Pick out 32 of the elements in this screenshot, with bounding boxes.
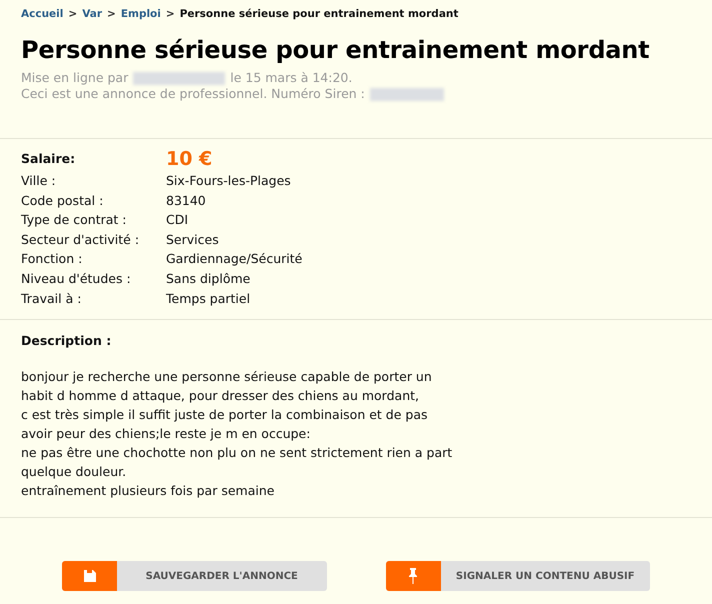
professional-note: Ceci est une annonce de professionnel. Numéro Siren : <box>21 86 365 102</box>
breadcrumb-separator: > <box>107 8 116 20</box>
save-ad-button[interactable]: SAUVEGARDER L'ANNONCE <box>62 561 326 592</box>
breadcrumb-separator: > <box>166 8 175 20</box>
detail-value: CDI <box>166 211 190 230</box>
detail-value: 83140 <box>166 192 207 210</box>
detail-value: Services <box>166 230 220 249</box>
detail-value: Gardiennage/Sécurité <box>166 250 304 268</box>
detail-label: Fonction : <box>21 250 84 268</box>
breadcrumb-current: Personne sérieuse pour entrainement mordant <box>180 8 458 20</box>
pushpin-icon <box>408 568 418 584</box>
detail-label: Code postal : <box>21 192 104 210</box>
detail-label: Niveau d'études : <box>21 270 132 288</box>
detail-label: Type de contrat : <box>21 211 128 230</box>
breadcrumb-link[interactable]: Emploi <box>120 8 161 20</box>
salary-value: 10 € <box>166 147 214 171</box>
breadcrumb-separator: > <box>68 8 78 20</box>
detail-label: Ville : <box>21 172 57 190</box>
ad-title: Personne sérieuse pour entrainement mordant <box>21 36 650 64</box>
description-heading: Description : <box>21 333 112 348</box>
posted-date: le 15 mars à 14:20. <box>230 70 352 86</box>
report-button[interactable]: SIGNALER UN CONTENU ABUSIF <box>386 561 650 592</box>
detail-value: Six-Fours-les-Plages <box>166 172 292 190</box>
description-text: bonjour je recherche une personne sérieuse capable de porter un habit d homme d attaque, pour dresser des chiens au mordant, c est très simple il suffit juste de porter la combinaison et de pas avoir peur des chiens;le reste je m en occupe: ne pas être une chochotte non plu on ne sent strictement rien a part quelque douleur. entraînement plusieurs fois par semaine <box>21 368 454 500</box>
detail-label: Travail à : <box>21 290 82 308</box>
posted-by-label: Mise en ligne par <box>21 70 128 86</box>
detail-value: Sans diplôme <box>166 270 252 288</box>
detail-label: Secteur d'activité : <box>21 230 140 249</box>
detail-value: Temps partiel <box>166 290 252 308</box>
salary-label: Salaire: <box>21 150 76 168</box>
breadcrumb-link[interactable]: Var <box>82 8 102 20</box>
breadcrumb-link[interactable]: Accueil <box>21 8 64 20</box>
